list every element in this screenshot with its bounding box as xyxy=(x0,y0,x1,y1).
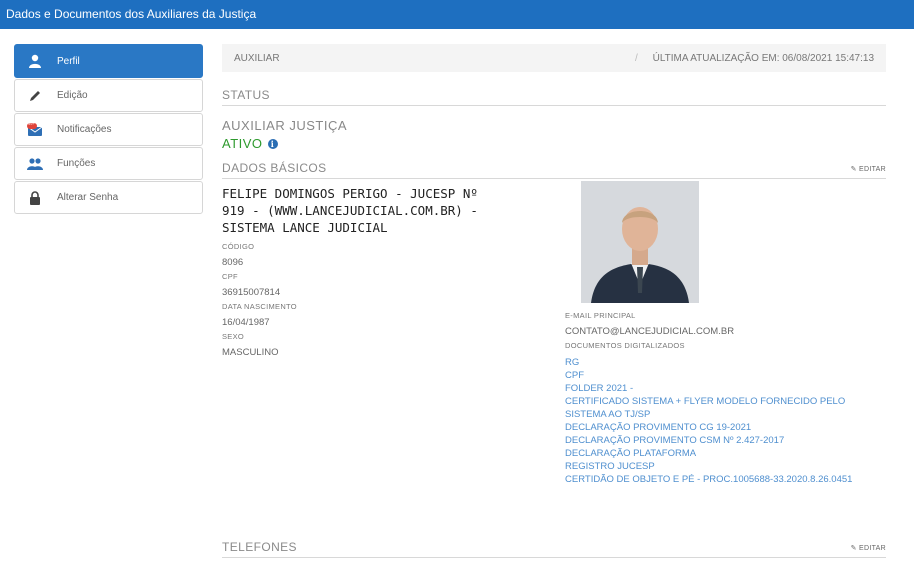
email-value: CONTATO@LANCEJUDICIAL.COM.BR xyxy=(565,326,735,337)
users-icon xyxy=(27,156,43,172)
person-name-line: SISTEMA LANCE JUDICIAL xyxy=(222,220,388,235)
sidebar-item-label: Funções xyxy=(57,158,96,169)
cpf-label: CPF xyxy=(222,272,238,281)
breadcrumb-separator: / xyxy=(635,52,638,64)
person-name-line: 919 - (WWW.LANCEJUDICIAL.COM.BR) - xyxy=(222,203,478,218)
sidebar-item-alterar-senha[interactable]: Alterar Senha xyxy=(14,181,203,214)
sidebar-item-funcoes[interactable]: Funções xyxy=(14,147,203,180)
sidebar-item-label: Notificações xyxy=(57,124,112,135)
cpf-value: 36915007814 xyxy=(222,287,281,298)
documents-label: DOCUMENTOS DIGITALIZADOS xyxy=(565,341,685,350)
document-link[interactable]: DECLARAÇÃO PLATAFORMA xyxy=(565,447,885,460)
profile-photo xyxy=(581,181,699,303)
sidebar-item-label: Edição xyxy=(57,90,88,101)
sidebar: Perfil Edição 99+ Notificações Funções A… xyxy=(14,44,203,215)
phones-section-title: TELEFONES ✎ EDITAR xyxy=(222,540,886,558)
code-label: CÓDIGO xyxy=(222,242,255,251)
document-link[interactable]: CERTIDÃO DE OBJETO E PÉ - PROC.1005688-3… xyxy=(565,473,885,486)
document-link[interactable]: REGISTRO JUCESP xyxy=(565,460,885,473)
auxiliary-type: AUXILIAR JUSTIÇA xyxy=(222,118,348,133)
status-section-title: STATUS xyxy=(222,88,886,106)
edit-phones-link[interactable]: ✎ EDITAR xyxy=(851,544,886,552)
status-active: ATIVO i xyxy=(222,136,886,151)
pencil-icon xyxy=(27,88,43,104)
envelope-icon: 99+ xyxy=(27,120,43,138)
sidebar-item-perfil[interactable]: Perfil xyxy=(14,44,203,78)
document-link[interactable]: CERTIFICADO SISTEMA + FLYER MODELO FORNE… xyxy=(565,395,885,408)
main-content: AUXILIAR / ÚLTIMA ATUALIZAÇÃO EM: 06/08/… xyxy=(222,44,886,558)
basic-data-section-title: DADOS BÁSICOS ✎ EDITAR xyxy=(222,161,886,179)
document-link[interactable]: CPF xyxy=(565,369,885,382)
page-title: Dados e Documentos dos Auxiliares da Jus… xyxy=(6,7,257,21)
sidebar-item-label: Alterar Senha xyxy=(57,192,119,203)
contact-documents: E-MAIL PRINCIPAL CONTATO@LANCEJUDICIAL.C… xyxy=(565,311,885,486)
notification-badge: 99+ xyxy=(28,120,35,126)
sex-value: MASCULINO xyxy=(222,347,279,358)
lock-icon xyxy=(27,190,43,206)
person-name-line: FELIPE DOMINGOS PERIGO - JUCESP Nº xyxy=(222,186,478,201)
code-value: 8096 xyxy=(222,257,244,268)
page-header: Dados e Documentos dos Auxiliares da Jus… xyxy=(0,0,914,29)
status-bar: AUXILIAR / ÚLTIMA ATUALIZAÇÃO EM: 06/08/… xyxy=(222,44,886,72)
sex-label: SEXO xyxy=(222,332,245,341)
last-update: ÚLTIMA ATUALIZAÇÃO EM: 06/08/2021 15:47:… xyxy=(652,52,874,64)
birthdate-value: 16/04/1987 xyxy=(222,317,270,328)
sidebar-item-edicao[interactable]: Edição xyxy=(14,79,203,112)
info-icon[interactable]: i xyxy=(267,138,278,149)
email-label: E-MAIL PRINCIPAL xyxy=(565,311,636,320)
document-link[interactable]: DECLARAÇÃO PROVIMENTO CSM Nº 2.427-2017 xyxy=(565,434,885,447)
sidebar-item-notificacoes[interactable]: 99+ Notificações xyxy=(14,113,203,146)
birthdate-label: DATA NASCIMENTO xyxy=(222,302,297,311)
person-info: FELIPE DOMINGOS PERIGO - JUCESP Nº 919 -… xyxy=(222,185,542,358)
document-link[interactable]: FOLDER 2021 - xyxy=(565,382,885,395)
documents-list: RG CPF FOLDER 2021 - CERTIFICADO SISTEMA… xyxy=(565,356,885,486)
breadcrumb: AUXILIAR xyxy=(234,52,280,64)
user-icon xyxy=(27,53,43,69)
edit-basic-data-link[interactable]: ✎ EDITAR xyxy=(851,165,886,173)
document-link[interactable]: RG xyxy=(565,356,885,369)
document-link[interactable]: DECLARAÇÃO PROVIMENTO CG 19-2021 xyxy=(565,421,885,434)
document-link[interactable]: SISTEMA AO TJ/SP xyxy=(565,408,885,421)
sidebar-item-label: Perfil xyxy=(57,55,80,67)
